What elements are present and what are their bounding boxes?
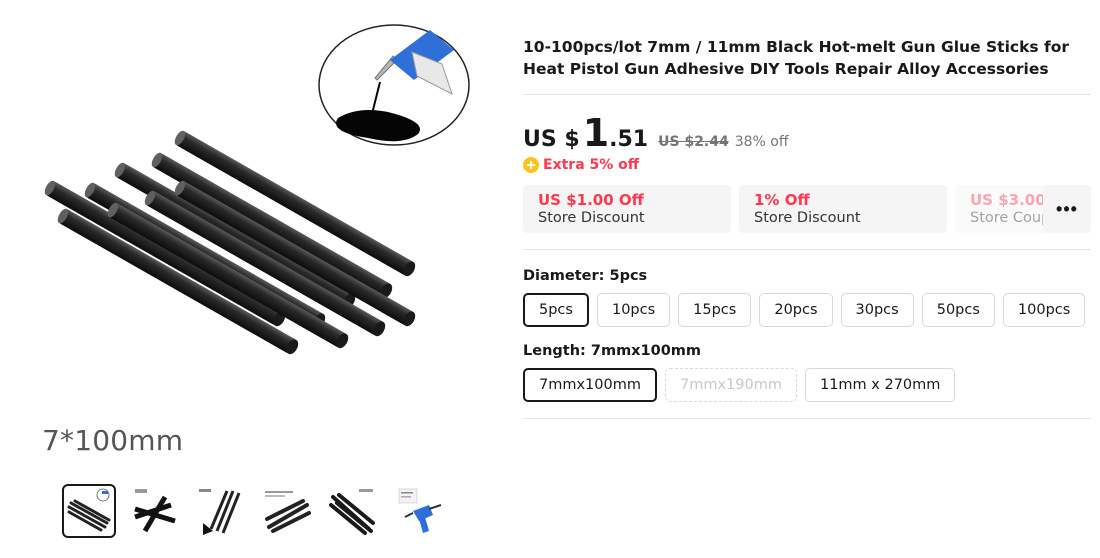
- thumbnail-strip: [62, 484, 446, 538]
- coupon-3[interactable]: US $3.00 Store Coupon: [955, 185, 1053, 233]
- extra-discount-label: Extra 5% off: [543, 157, 640, 173]
- glue-gun-inset: [318, 24, 470, 146]
- coupon-label: Store Coupon: [970, 210, 1053, 226]
- extra-discount: Extra 5% off: [523, 157, 1091, 173]
- price-currency: US $: [523, 127, 580, 152]
- product-title: 10-100pcs/lot 7mm / 11mm Black Hot-melt …: [523, 38, 1070, 78]
- thumbnail-4[interactable]: [260, 484, 314, 538]
- diameter-option[interactable]: 5pcs: [523, 293, 589, 327]
- coin-plus-icon: [523, 157, 539, 173]
- coupon-label: Store Discount: [754, 210, 861, 226]
- glue-gun-thumb: [398, 488, 442, 533]
- price-decimal: .51: [609, 127, 649, 152]
- divider: [523, 94, 1091, 95]
- length-options: 7mmx100mm 7mmx190mm 11mm x 270mm: [523, 368, 1091, 402]
- discount-percent: 38% off: [734, 134, 789, 150]
- glue-sticks-thumb: [67, 488, 111, 532]
- thumbnail-6[interactable]: [392, 484, 446, 538]
- coupon-1[interactable]: US $1.00 Off Store Discount: [523, 185, 731, 233]
- price-integer: 1: [582, 111, 610, 155]
- length-title: Length: 7mmx100mm: [523, 343, 702, 359]
- price-row: US $ 1 .51 US $2.44 38% off: [523, 111, 1091, 155]
- glue-sticks-image: [44, 24, 470, 355]
- diameter-option[interactable]: 50pcs: [921, 293, 995, 327]
- sticks-closeup-thumb: [265, 491, 311, 533]
- image-gallery: 7*100mm: [0, 0, 500, 558]
- sticks-spec-thumb: [199, 489, 241, 535]
- coupon-amount: US $3.00: [970, 191, 1046, 209]
- coupon-label: Store Discount: [538, 210, 645, 226]
- coupon-amount: US $1.00 Off: [538, 191, 644, 209]
- image-caption: 7*100mm: [42, 424, 184, 457]
- sticks-bundle-thumb: [329, 489, 375, 535]
- diameter-options: 5pcs 10pcs 15pcs 20pcs 30pcs 50pcs 100pc…: [523, 293, 1091, 327]
- length-option-disabled: 7mmx190mm: [664, 368, 797, 402]
- main-product-image[interactable]: [20, 10, 490, 410]
- length-option[interactable]: 11mm x 270mm: [804, 368, 956, 402]
- coupon-amount: 1% Off: [754, 191, 810, 209]
- original-price: US $2.44: [658, 134, 729, 150]
- length-option[interactable]: 7mmx100mm: [523, 368, 657, 402]
- thumbnail-1[interactable]: [62, 484, 116, 538]
- product-info: 10-100pcs/lot 7mm / 11mm Black Hot-melt …: [523, 0, 1091, 419]
- glue-sticks: [44, 130, 416, 355]
- more-dots-icon[interactable]: •••: [1043, 185, 1091, 233]
- thumbnail-2[interactable]: [128, 484, 182, 538]
- crossed-sticks-thumb: [134, 489, 176, 533]
- thumbnail-3[interactable]: [194, 484, 248, 538]
- diameter-option[interactable]: 100pcs: [1002, 293, 1086, 327]
- diameter-option[interactable]: 15pcs: [678, 293, 752, 327]
- divider: [523, 249, 1091, 250]
- coupon-row: US $1.00 Off Store Discount 1% Off Store…: [523, 185, 1091, 233]
- thumbnail-5[interactable]: [326, 484, 380, 538]
- diameter-option[interactable]: 20pcs: [759, 293, 833, 327]
- diameter-option[interactable]: 10pcs: [596, 293, 671, 327]
- coupon-2[interactable]: 1% Off Store Discount: [739, 185, 947, 233]
- divider: [523, 418, 1091, 419]
- diameter-title: Diameter: 5pcs: [523, 268, 648, 284]
- diameter-option[interactable]: 30pcs: [840, 293, 914, 327]
